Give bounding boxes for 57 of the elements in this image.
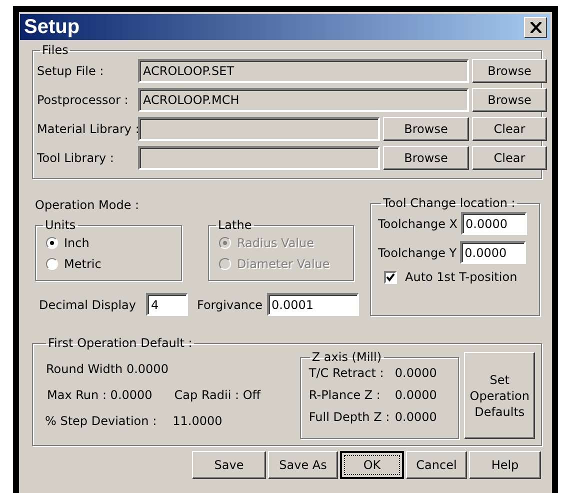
set-defaults-button[interactable]: Set Operation Defaults xyxy=(464,352,535,439)
field-label: Toolchange X xyxy=(378,216,458,230)
browse-button[interactable]: Browse xyxy=(472,88,547,112)
field-label: Toolchange Y xyxy=(378,246,457,260)
radio-label: Radius Value xyxy=(237,236,314,250)
clear-button[interactable]: Clear xyxy=(472,117,547,141)
file-field[interactable]: ACROLOOP.SET xyxy=(138,59,469,83)
group-title: Units xyxy=(44,218,77,232)
info-value: 0.0000 xyxy=(394,410,438,424)
close-icon xyxy=(530,22,542,32)
dialog-button[interactable]: Save As xyxy=(268,451,338,479)
group-title: Lathe xyxy=(217,218,253,232)
radio-button[interactable] xyxy=(46,236,58,248)
field-label: Tool Library : xyxy=(37,151,115,165)
dialog-button[interactable]: Help xyxy=(469,451,541,479)
field-label: Decimal Display xyxy=(39,298,136,312)
dialog-button[interactable]: OK xyxy=(340,451,404,479)
browse-button[interactable]: Browse xyxy=(383,146,469,170)
info-text: % Step Deviation : xyxy=(45,414,157,428)
radio-button[interactable] xyxy=(46,258,58,270)
coordinate-field[interactable]: 0.0000 xyxy=(460,212,527,235)
checkbox[interactable] xyxy=(384,270,397,284)
info-text: Max Run : 0.0000 xyxy=(47,388,152,402)
info-text: Full Depth Z : xyxy=(308,410,391,424)
window-title: Setup xyxy=(24,16,80,38)
file-field[interactable] xyxy=(138,117,380,141)
field-label: Setup File : xyxy=(37,64,105,78)
info-value: 0.0000 xyxy=(394,388,438,402)
info-text: R-Plance Z : xyxy=(308,388,382,402)
radio-label: Inch xyxy=(64,236,90,250)
dialog-button[interactable]: Cancel xyxy=(406,451,467,479)
radio-label: Diameter Value xyxy=(237,256,330,270)
close-button[interactable] xyxy=(524,16,547,38)
forgivance-field[interactable]: 0.0001 xyxy=(266,293,359,316)
info-value: 11.0000 xyxy=(172,414,222,428)
group-title: Tool Change location : xyxy=(382,196,516,210)
decimal-field[interactable]: 4 xyxy=(146,293,188,316)
clear-button[interactable]: Clear xyxy=(472,146,547,170)
group-title: Z axis (Mill) xyxy=(310,350,382,364)
info-value: 0.0000 xyxy=(394,366,438,380)
field-label: Forgivance xyxy=(196,298,263,312)
field-label: Postprocessor : xyxy=(37,93,130,107)
file-field[interactable]: ACROLOOP.MCH xyxy=(138,88,469,112)
checkbox-label: Auto 1st T-position xyxy=(405,270,518,284)
info-text: Round Width 0.0000 xyxy=(45,362,170,376)
group-title: Files xyxy=(41,43,70,57)
dialog-button[interactable]: Save xyxy=(192,451,266,479)
browse-button[interactable]: Browse xyxy=(472,59,547,83)
info-text: T/C Retract : xyxy=(308,366,385,380)
group-title: First Operation Default : xyxy=(47,336,194,350)
coordinate-field[interactable]: 0.0000 xyxy=(460,241,526,264)
check-icon xyxy=(386,272,395,282)
file-field[interactable] xyxy=(138,146,380,170)
info-text: Cap Radii : Off xyxy=(174,388,261,402)
browse-button[interactable]: Browse xyxy=(383,117,469,141)
section-label: Operation Mode : xyxy=(35,198,140,212)
radio-label: Metric xyxy=(64,256,102,270)
